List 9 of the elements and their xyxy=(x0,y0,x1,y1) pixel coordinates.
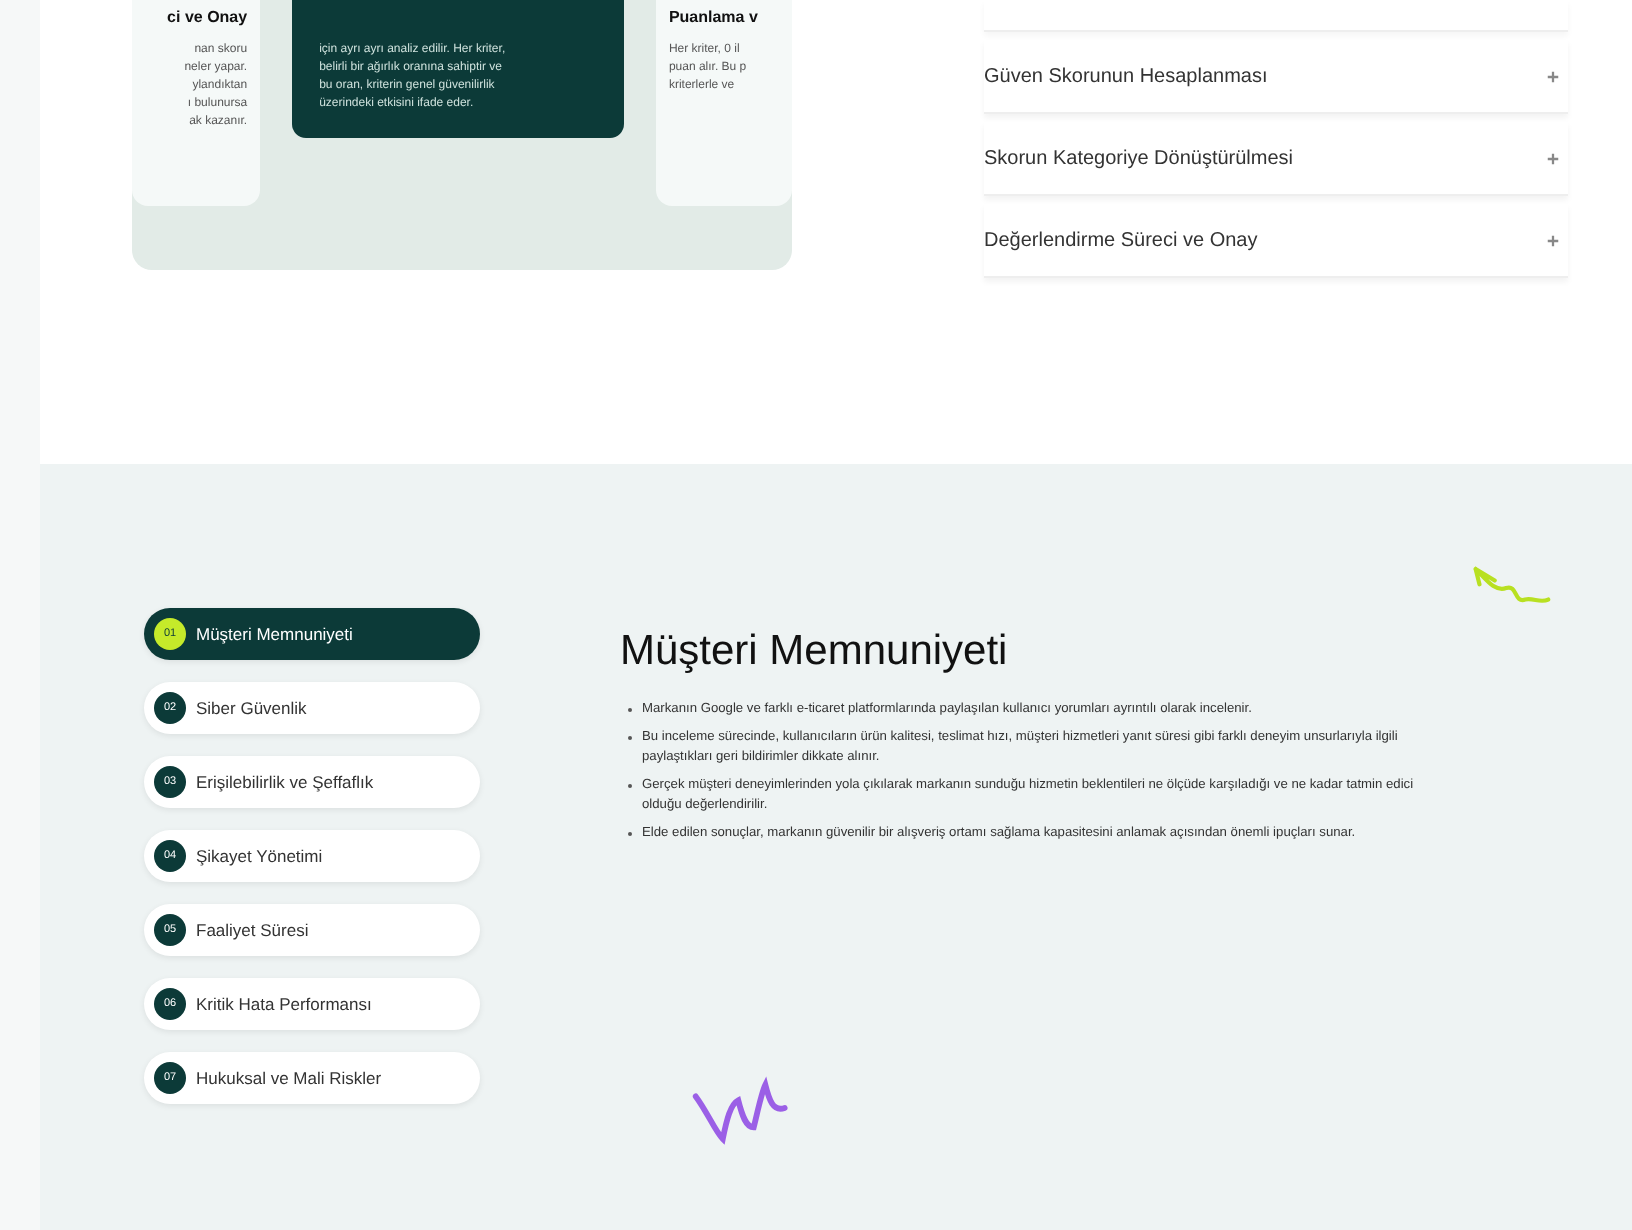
card-title: Puanlama v xyxy=(668,8,760,26)
accordion-row[interactable]: Skorun Kategoriye Dönüştürülmesi xyxy=(984,122,1568,196)
accordion-title: Değerlendirme Süreci ve Onay xyxy=(984,229,1258,251)
accordion-title: Skorun Kategoriye Dönüştürülmesi xyxy=(984,147,1294,169)
section-heading: Müşteri Memnuniyeti xyxy=(620,628,1010,676)
accordion-row[interactable]: Değerlendirme Süreci ve Onay xyxy=(984,204,1568,278)
card-title: ci ve Onay xyxy=(167,8,248,26)
accordion-title: Güven Skorunun Hesaplanması xyxy=(984,65,1268,87)
accordion-row[interactable]: Güven Skorunun Hesaplanması xyxy=(984,40,1568,114)
